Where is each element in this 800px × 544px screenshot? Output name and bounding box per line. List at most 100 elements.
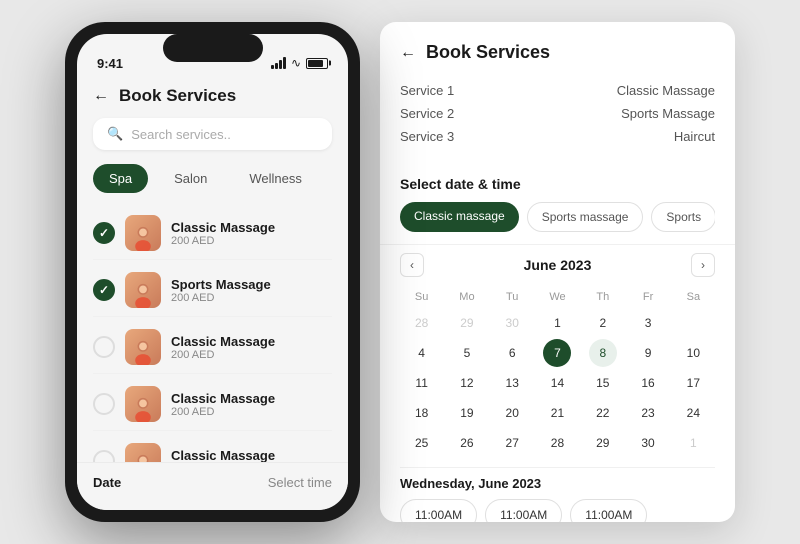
- service-label-2: Service 2: [400, 106, 454, 121]
- category-tab-wellness[interactable]: Wellness: [233, 164, 318, 193]
- cal-day[interactable]: 20: [498, 399, 526, 427]
- cal-day[interactable]: 1: [543, 309, 571, 337]
- panel-body: ‹ June 2023 › Su Mo Tu We Th Fr Sa 28 29…: [380, 245, 735, 522]
- service-info-2: Sports Massage 200 AED: [171, 277, 332, 304]
- avatar-4: [125, 386, 161, 422]
- category-tab-spa[interactable]: Spa: [93, 164, 148, 193]
- checkbox-1[interactable]: [93, 222, 115, 244]
- search-bar[interactable]: 🔍 Search services..: [93, 118, 332, 150]
- checkbox-4[interactable]: [93, 393, 115, 415]
- cal-day[interactable]: 17: [679, 369, 707, 397]
- day-header-mo: Mo: [445, 287, 488, 307]
- cal-day-highlighted[interactable]: 8: [589, 339, 617, 367]
- cal-day[interactable]: 13: [498, 369, 526, 397]
- time-slot-1[interactable]: 11:00AM: [400, 499, 477, 522]
- cal-day[interactable]: 30: [498, 309, 526, 337]
- panel-title-row: ← Book Services: [400, 42, 715, 63]
- services-row-1: Service 1 Classic Massage: [400, 79, 715, 102]
- service-price-4: 200 AED: [171, 406, 332, 418]
- datetime-tab-sports[interactable]: Sports massage: [527, 202, 644, 232]
- avatar-3: [125, 329, 161, 365]
- cal-day[interactable]: 10: [679, 339, 707, 367]
- bottom-bar: Date Select time: [77, 462, 348, 510]
- calendar-header: ‹ June 2023 ›: [400, 253, 715, 277]
- service-name-4: Classic Massage: [171, 391, 332, 406]
- list-item[interactable]: Sports Massage 200 AED: [93, 264, 332, 317]
- datetime-tab-classic[interactable]: Classic massage: [400, 202, 519, 232]
- service-label-1: Service 1: [400, 83, 454, 98]
- calendar: ‹ June 2023 › Su Mo Tu We Th Fr Sa 28 29…: [400, 253, 715, 457]
- cal-day[interactable]: 26: [453, 429, 481, 457]
- cal-day[interactable]: 28: [543, 429, 571, 457]
- day-header-tu: Tu: [491, 287, 534, 307]
- cal-day[interactable]: 9: [634, 339, 662, 367]
- list-item[interactable]: Classic Massage 200 AED: [93, 378, 332, 431]
- cal-day[interactable]: 12: [453, 369, 481, 397]
- day-header-fr: Fr: [626, 287, 669, 307]
- checkbox-2[interactable]: [93, 279, 115, 301]
- service-value-2: Sports Massage: [621, 106, 715, 121]
- cal-day[interactable]: 29: [589, 429, 617, 457]
- cal-day[interactable]: 15: [589, 369, 617, 397]
- cal-day[interactable]: 25: [408, 429, 436, 457]
- cal-day[interactable]: 29: [453, 309, 481, 337]
- panel-page-title: Book Services: [426, 42, 550, 63]
- time-slots: 11:00AM 11:00AM 11:00AM: [400, 499, 715, 522]
- services-table: Service 1 Classic Massage Service 2 Spor…: [400, 79, 715, 148]
- calendar-prev-button[interactable]: ‹: [400, 253, 424, 277]
- service-name-3: Classic Massage: [171, 334, 332, 349]
- cal-day-selected[interactable]: 7: [543, 339, 571, 367]
- service-name-2: Sports Massage: [171, 277, 332, 292]
- calendar-month-label: June 2023: [524, 257, 592, 273]
- service-price-1: 200 AED: [171, 235, 332, 247]
- service-price-3: 200 AED: [171, 349, 332, 361]
- panel-back-arrow-icon[interactable]: ←: [400, 44, 416, 62]
- cal-day[interactable]: 16: [634, 369, 662, 397]
- cal-day[interactable]: 5: [453, 339, 481, 367]
- cal-day[interactable]: 24: [679, 399, 707, 427]
- phone-inner: 9:41 ∿ ←: [77, 34, 348, 510]
- day-header-we: We: [536, 287, 579, 307]
- cal-day[interactable]: 1: [679, 429, 707, 457]
- bottom-date-label: Date: [93, 475, 121, 490]
- cal-day[interactable]: 19: [453, 399, 481, 427]
- select-datetime-label: Select date & time: [400, 164, 715, 202]
- cal-day[interactable]: 3: [634, 309, 662, 337]
- list-item[interactable]: Classic Massage 200 AED: [93, 321, 332, 374]
- list-item[interactable]: Classic Massage 200 AED: [93, 207, 332, 260]
- cal-day[interactable]: 6: [498, 339, 526, 367]
- cal-day[interactable]: 2: [589, 309, 617, 337]
- cal-day[interactable]: 28: [408, 309, 436, 337]
- service-price-2: 200 AED: [171, 292, 332, 304]
- checkbox-3[interactable]: [93, 336, 115, 358]
- status-icons: ∿: [271, 56, 328, 70]
- cal-day[interactable]: 21: [543, 399, 571, 427]
- services-row-2: Service 2 Sports Massage: [400, 102, 715, 125]
- cal-day[interactable]: 27: [498, 429, 526, 457]
- right-panel: ← Book Services Service 1 Classic Massag…: [380, 22, 735, 522]
- back-arrow-icon[interactable]: ←: [93, 87, 109, 105]
- cal-day[interactable]: 22: [589, 399, 617, 427]
- cal-day[interactable]: 4: [408, 339, 436, 367]
- bottom-time-label[interactable]: Select time: [268, 475, 332, 490]
- category-tab-salon[interactable]: Salon: [158, 164, 223, 193]
- cal-day[interactable]: [679, 309, 707, 337]
- cal-day[interactable]: 23: [634, 399, 662, 427]
- cal-day[interactable]: 18: [408, 399, 436, 427]
- time-slot-2[interactable]: 11:00AM: [485, 499, 562, 522]
- service-info-3: Classic Massage 200 AED: [171, 334, 332, 361]
- calendar-next-button[interactable]: ›: [691, 253, 715, 277]
- service-value-1: Classic Massage: [617, 83, 715, 98]
- service-name-5: Classic Massage: [171, 448, 332, 463]
- cal-day[interactable]: 30: [634, 429, 662, 457]
- category-tabs: Spa Salon Wellness: [93, 164, 332, 193]
- panel-header: ← Book Services Service 1 Classic Massag…: [380, 22, 735, 245]
- cal-day[interactable]: 11: [408, 369, 436, 397]
- phone-content: ← Book Services 🔍 Search services.. Spa …: [77, 78, 348, 510]
- time-slot-3[interactable]: 11:00AM: [570, 499, 647, 522]
- cal-day[interactable]: 14: [543, 369, 571, 397]
- avatar-1: [125, 215, 161, 251]
- datetime-tab-sports2[interactable]: Sports: [651, 202, 715, 232]
- phone-notch: [163, 34, 263, 62]
- day-header-sa: Sa: [672, 287, 715, 307]
